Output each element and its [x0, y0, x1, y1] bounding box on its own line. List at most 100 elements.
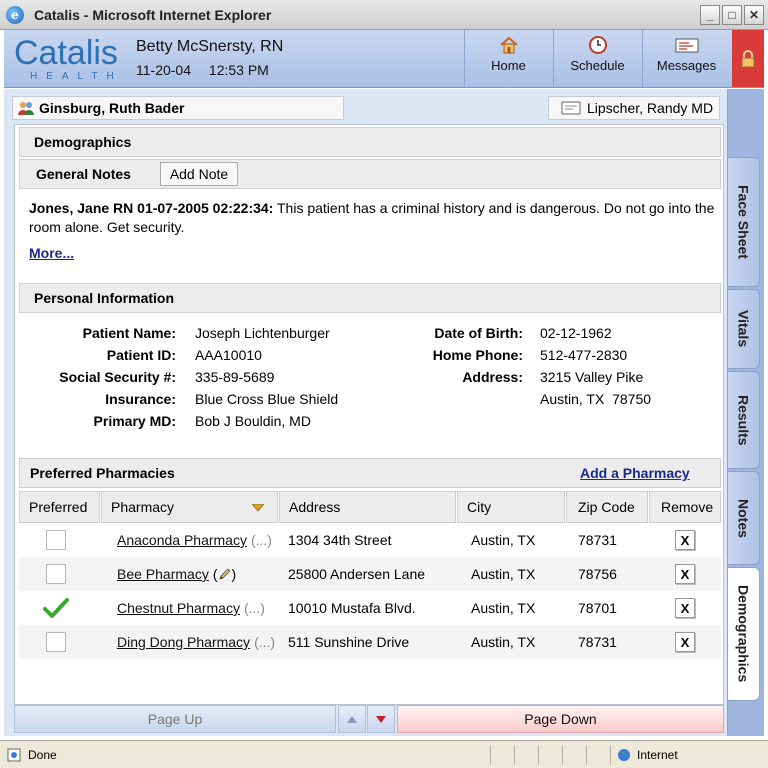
address-line1: 3215 Valley Pike	[540, 369, 644, 385]
remove-button[interactable]: X	[675, 632, 695, 652]
col-city[interactable]: City	[457, 491, 565, 523]
status-divider	[586, 745, 587, 765]
home-phone-label: Home Phone:	[432, 347, 523, 363]
pharmacy-name-link[interactable]: Bee Pharmacy	[117, 566, 209, 582]
id-card-icon	[561, 101, 581, 115]
ie-icon: e	[6, 5, 24, 24]
tab-results[interactable]: Results	[728, 371, 760, 469]
window-titlebar: e Catalis - Microsoft Internet Explorer …	[0, 0, 768, 30]
close-button[interactable]: ✕	[744, 5, 764, 25]
col-pharmacy-label: Pharmacy	[111, 499, 175, 515]
tab-results-label: Results	[735, 394, 752, 446]
pharmacy-address: 25800 Andersen Lane	[288, 566, 426, 582]
add-pharmacy-link[interactable]: Add a Pharmacy	[580, 465, 690, 481]
col-address[interactable]: Address	[279, 491, 456, 523]
tab-demographics[interactable]: Demographics	[728, 567, 760, 701]
address-label: Address:	[462, 369, 523, 385]
tab-face-sheet-label: Face Sheet	[735, 185, 752, 259]
table-row: Anaconda Pharmacy (...) 1304 34th Street…	[19, 523, 721, 557]
user-name: Betty McSnersty, RN	[136, 38, 284, 55]
checkmark-icon	[43, 598, 69, 618]
logo-sub: HEALTH	[30, 71, 123, 82]
remove-button[interactable]: X	[675, 564, 695, 584]
nav-home-label: Home	[491, 58, 526, 73]
pharmacy-more[interactable]: (...)	[251, 532, 272, 548]
status-divider	[562, 745, 563, 765]
pharmacy-city: Austin, TX	[471, 532, 536, 548]
security-zone: Internet	[610, 745, 678, 765]
tab-demographics-label: Demographics	[735, 585, 752, 683]
col-pharmacy[interactable]: Pharmacy	[101, 491, 278, 523]
attending-physician-box: Lipscher, Randy MD	[548, 96, 720, 120]
ssn-value: 335-89-5689	[195, 369, 275, 385]
scroll-up-button[interactable]	[338, 705, 366, 733]
pharmacy-name-link[interactable]: Ding Dong Pharmacy	[117, 634, 250, 650]
page-down-button[interactable]: Page Down	[397, 705, 724, 733]
preferred-checkbox[interactable]	[46, 632, 66, 652]
preferred-pharmacies-header: Preferred Pharmacies Add a Pharmacy	[19, 458, 721, 488]
pharmacy-city: Austin, TX	[471, 634, 536, 650]
pharmacy-more[interactable]: (...)	[254, 634, 275, 650]
page-up-button[interactable]: Page Up	[14, 705, 336, 733]
insurance-value: Blue Cross Blue Shield	[195, 391, 339, 407]
nav-schedule-button[interactable]: Schedule	[553, 30, 641, 87]
messages-icon	[675, 34, 699, 56]
nav-schedule-label: Schedule	[570, 58, 625, 73]
note-text: Jones, Jane RN 01-07-2005 02:22:34: This…	[29, 199, 715, 237]
preferred-checkbox[interactable]	[46, 530, 66, 550]
status-divider	[490, 745, 491, 765]
preferred-checkmark[interactable]	[43, 597, 69, 619]
preferred-checkbox[interactable]	[46, 564, 66, 584]
col-preferred[interactable]: Preferred	[19, 491, 100, 523]
tab-vitals[interactable]: Vitals	[728, 289, 760, 369]
patient-name-box: Ginsburg, Ruth Bader	[12, 96, 344, 120]
user-datetime: 11-20-04 12:53 PM	[136, 62, 283, 78]
tab-face-sheet[interactable]: Face Sheet	[728, 157, 760, 287]
pharmacy-table-header: Preferred Pharmacy Address City Zip Code…	[19, 491, 721, 523]
more-notes-link[interactable]: More...	[29, 245, 74, 261]
scroll-down-button[interactable]	[367, 705, 395, 733]
globe-icon	[617, 748, 631, 762]
pharmacy-name-link[interactable]: Chestnut Pharmacy	[117, 600, 240, 616]
pharmacy-name-link[interactable]: Anaconda Pharmacy	[117, 532, 247, 548]
pharmacy-city: Austin, TX	[471, 600, 536, 616]
attending-physician: Lipscher, Randy MD	[587, 100, 714, 116]
table-row: Bee Pharmacy ( ) 25800 Andersen Lane Aus…	[19, 557, 721, 591]
address-line2: Austin, TX 78750	[540, 391, 652, 407]
people-icon	[17, 100, 35, 116]
col-remove[interactable]: Remove	[649, 491, 721, 523]
primary-md-value: Bob J Bouldin, MD	[195, 413, 311, 429]
remove-button[interactable]: X	[675, 530, 695, 550]
insurance-label: Insurance:	[105, 391, 176, 407]
nav-home-button[interactable]: Home	[464, 30, 552, 87]
personal-info-title: Personal Information	[34, 290, 175, 306]
tab-notes[interactable]: Notes	[728, 471, 760, 565]
home-icon	[499, 34, 519, 56]
pharmacy-address: 1304 34th Street	[288, 532, 392, 548]
table-row: Chestnut Pharmacy (...) 10010 Mustafa Bl…	[19, 591, 721, 625]
dob-label: Date of Birth:	[434, 325, 523, 341]
window-title: Catalis - Microsoft Internet Explorer	[34, 6, 272, 23]
pencil-icon[interactable]	[218, 567, 232, 581]
current-time: 12:53 PM	[208, 62, 269, 78]
add-note-button[interactable]: Add Note	[160, 162, 238, 186]
nav-messages-label: Messages	[656, 58, 717, 73]
col-zip[interactable]: Zip Code	[566, 491, 648, 523]
pharmacy-city: Austin, TX	[471, 566, 536, 582]
sort-desc-icon	[252, 504, 264, 512]
clock-icon	[588, 34, 608, 56]
primary-md-label: Primary MD:	[93, 413, 176, 429]
remove-button[interactable]: X	[675, 598, 695, 618]
ssn-label: Social Security #:	[59, 369, 176, 385]
minimize-button[interactable]: _	[700, 5, 720, 25]
pharmacy-more[interactable]: (...)	[244, 600, 265, 616]
maximize-button[interactable]: □	[722, 5, 742, 25]
home-phone-value: 512-477-2830	[540, 347, 628, 363]
lock-button[interactable]	[732, 30, 764, 87]
patient-name: Ginsburg, Ruth Bader	[39, 100, 185, 116]
status-divider	[514, 745, 515, 765]
tab-vitals-label: Vitals	[735, 310, 752, 348]
nav-messages-button[interactable]: Messages	[642, 30, 730, 87]
pharmacy-zip: 78731	[578, 532, 617, 548]
zone-label: Internet	[637, 748, 678, 762]
